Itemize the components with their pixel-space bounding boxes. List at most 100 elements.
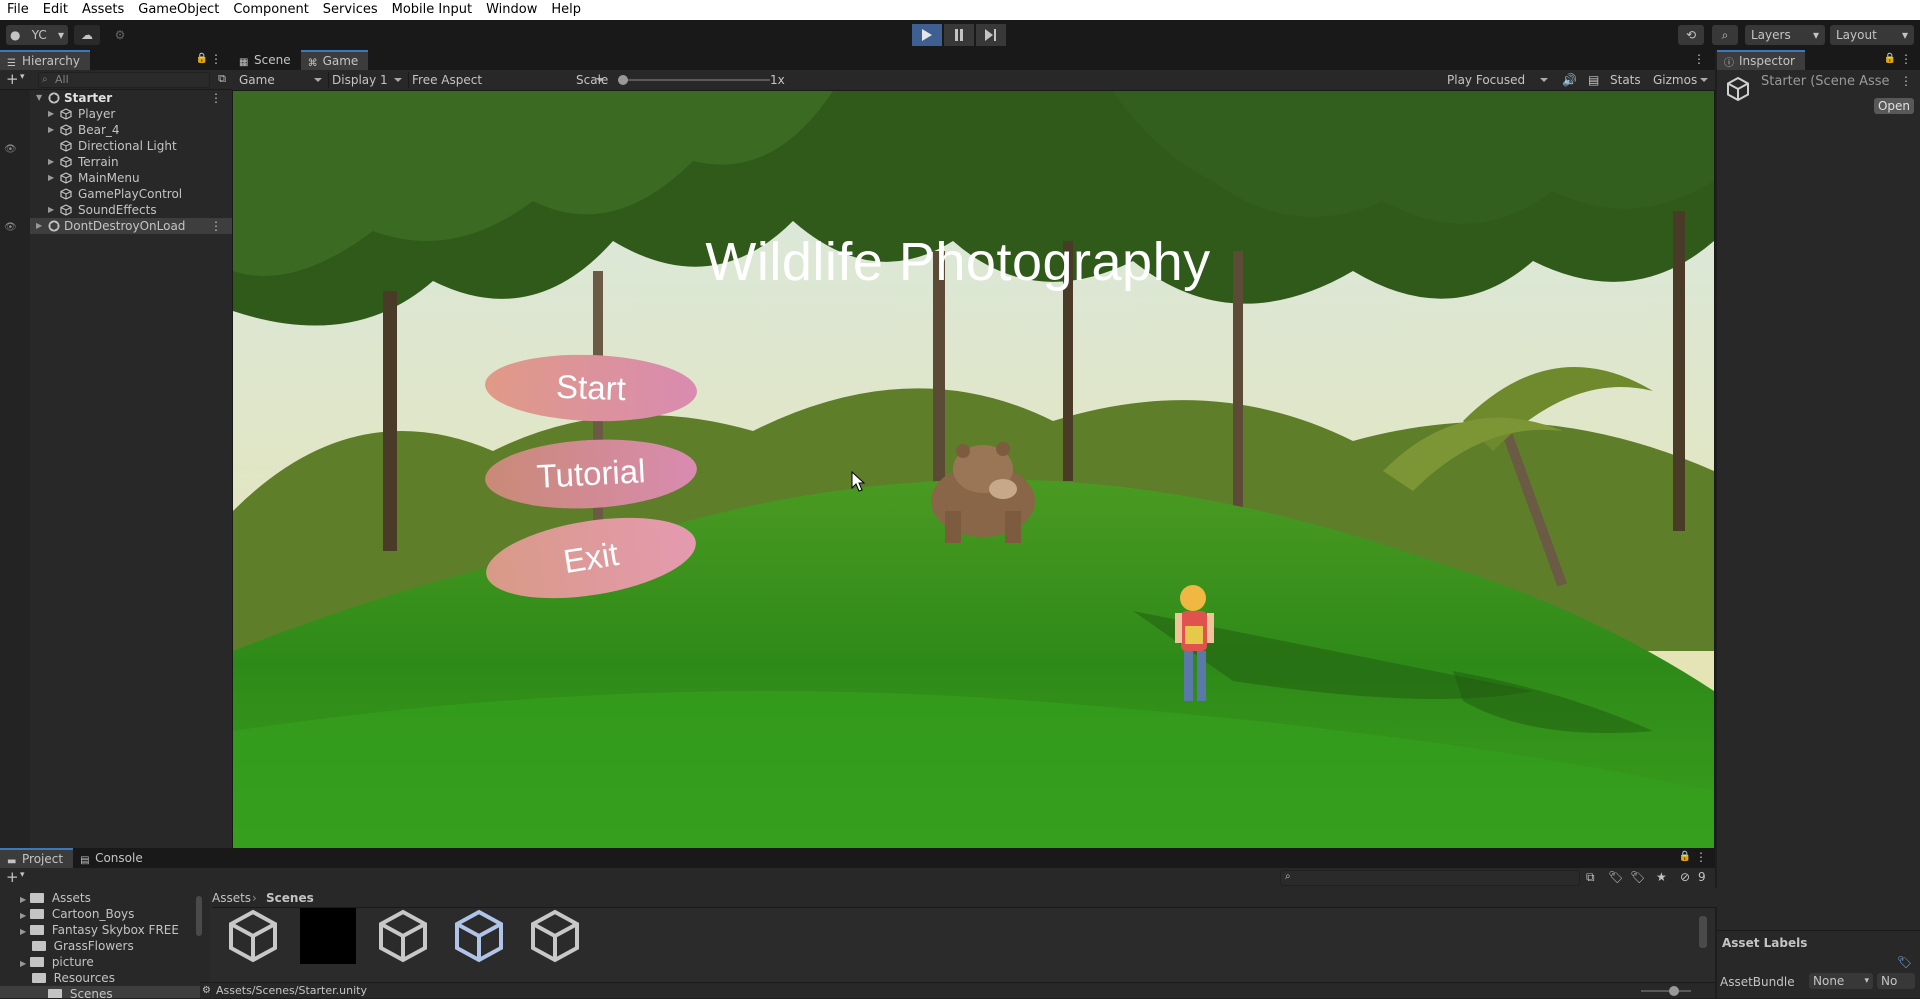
gizmos-dropdown[interactable]: Gizmos [1650,72,1712,88]
tab-project[interactable]: ▬ Project [0,848,74,868]
folder-row[interactable]: ▶ Fantasy Skybox FREE [20,922,179,938]
filter-label-icon[interactable]: 🏷 [1608,870,1623,884]
hierarchy-item-soundeffects[interactable]: ▶ SoundEffects [30,202,232,218]
add-icon[interactable]: + [6,70,19,88]
layers-dropdown[interactable]: Layers ▾ [1745,25,1825,45]
play-button[interactable] [912,24,942,46]
menu-window[interactable]: Window [479,0,544,20]
menu-file[interactable]: File [0,0,36,20]
layout-dropdown[interactable]: Layout ▾ [1830,25,1914,45]
step-button[interactable] [976,24,1006,46]
kebab-menu-icon[interactable]: ⋮ [1695,850,1707,864]
eye-icon[interactable]: 👁 [4,144,17,155]
collapsed-arrow-icon[interactable]: ▶ [48,106,54,122]
chevron-down-icon[interactable]: ▾ [20,72,25,82]
play-focus-dropdown[interactable]: Play Focused [1444,72,1552,88]
label-tag-icon[interactable]: 🏷 [1897,955,1912,969]
hierarchy-scene-row[interactable]: ▼ Starter ⋮ [30,90,232,106]
cloud-button[interactable]: ☁ [74,25,100,45]
kebab-menu-icon[interactable]: ⋮ [1693,52,1705,66]
collapsed-arrow-icon[interactable]: ▶ [20,927,26,936]
folder-row[interactable]: ▶ Assets [20,890,91,906]
lock-icon[interactable]: 🔒 [1884,53,1896,64]
tab-hierarchy[interactable]: ☰ Hierarchy [0,50,91,70]
tab-console[interactable]: ▤ Console [73,848,153,868]
folder-row[interactable]: ▶ Cartoon_Boys [20,906,134,922]
lock-icon[interactable]: 🔒 [1679,851,1691,862]
filter-type-icon[interactable]: ⧉ [1586,870,1595,885]
account-dropdown[interactable]: ● YC ▾ [6,25,68,45]
collab-button[interactable]: ⚙ [108,25,132,45]
folder-row[interactable]: GrassFlowers [20,938,134,954]
hierarchy-item-bear[interactable]: ▶ Bear_4 [30,122,232,138]
eye-icon[interactable]: 👁 [4,222,17,233]
folder-row[interactable]: Resources [20,970,115,986]
menu-assets[interactable]: Assets [75,0,131,20]
display-dropdown[interactable]: Display 1 [328,72,406,88]
icon-size-slider[interactable] [1641,986,1691,996]
history-button[interactable]: ⟲ [1678,25,1704,45]
scene-asset-icon[interactable] [225,908,281,964]
scale-slider[interactable] [618,75,770,85]
project-search-input[interactable]: ⌕ [1280,870,1580,886]
hierarchy-item-terrain[interactable]: ▶ Terrain [30,154,232,170]
scene-visibility-icon[interactable]: ⧉ [218,72,226,86]
menu-component[interactable]: Component [226,0,315,20]
collapsed-arrow-icon[interactable]: ▶ [20,895,26,904]
collapsed-arrow-icon[interactable]: ▶ [48,202,54,218]
menu-mobile-input[interactable]: Mobile Input [385,0,479,20]
kebab-menu-icon[interactable]: ⋮ [210,52,222,66]
menu-help[interactable]: Help [544,0,588,20]
game-viewport[interactable]: Wildlife Photography Start Tutorial Exit [233,91,1714,848]
hierarchy-item-mainmenu[interactable]: ▶ MainMenu [30,170,232,186]
menu-edit[interactable]: Edit [36,0,75,20]
favorite-icon[interactable]: 🏷 [1630,870,1645,884]
hierarchy-scene-dontdestroyonload[interactable]: ▶ DontDestroyOnLoad ⋮ [30,218,232,234]
collapsed-arrow-icon[interactable]: ▶ [36,218,42,234]
breadcrumb-assets[interactable]: Assets [212,888,251,908]
icon-size-slider-handle[interactable] [1669,986,1679,996]
collapsed-arrow-icon[interactable]: ▶ [48,122,54,138]
folder-row[interactable]: ▶ picture [20,954,94,970]
hierarchy-item-directional-light[interactable]: Directional Light [30,138,232,154]
pause-button[interactable] [944,24,974,46]
scale-slider-handle[interactable] [618,75,628,85]
hierarchy-item-player[interactable]: ▶ Player [30,106,232,122]
menu-gameobject[interactable]: GameObject [131,0,226,20]
asset-bundle-variant-dropdown[interactable]: No [1877,973,1915,989]
lock-icon[interactable]: 🔒 [196,53,208,64]
hierarchy-search-input[interactable]: ⌕ All [38,72,210,88]
hidden-packages-icon[interactable]: ⊘ [1680,870,1690,884]
hierarchy-item-gameplaycontrol[interactable]: GamePlayControl [30,186,232,202]
scene-asset-icon[interactable] [527,908,583,964]
star-icon[interactable]: ★ [1656,870,1667,884]
search-button[interactable]: ⌕ [1712,25,1738,45]
tab-inspector[interactable]: ⓘ Inspector [1717,50,1805,70]
add-icon[interactable]: + [6,868,19,886]
asset-bundle-dropdown[interactable]: None ▾ [1809,973,1873,989]
contents-scrollbar[interactable] [1699,916,1707,948]
black-texture-asset[interactable] [300,908,356,964]
tab-game[interactable]: ⌘ Game [300,50,369,70]
scene-asset-icon[interactable] [375,908,431,964]
collapsed-arrow-icon[interactable]: ▶ [48,170,54,186]
collapsed-arrow-icon[interactable]: ▶ [20,911,26,920]
scene-asset-icon-selected[interactable] [451,908,507,964]
chevron-down-icon[interactable]: ▾ [20,870,25,880]
kebab-menu-icon[interactable]: ⋮ [1900,52,1912,66]
expanded-arrow-icon[interactable]: ▼ [36,90,42,106]
stats-button[interactable]: Stats [1610,72,1641,88]
breadcrumb-scenes[interactable]: Scenes [266,888,314,908]
mute-audio-icon[interactable]: 🔊 [1562,72,1577,88]
menu-services[interactable]: Services [316,0,385,20]
game-mode-dropdown[interactable]: Game [236,72,326,88]
kebab-menu-icon[interactable]: ⋮ [210,90,222,106]
tree-scrollbar[interactable] [196,896,202,936]
collapsed-arrow-icon[interactable]: ▶ [20,959,26,968]
open-button[interactable]: Open [1874,98,1914,114]
layout-grid-icon[interactable]: ▤ [1588,72,1599,88]
tab-scene[interactable]: ▦ Scene [232,50,301,70]
collapsed-arrow-icon[interactable]: ▶ [48,154,54,170]
kebab-menu-icon[interactable]: ⋮ [1900,74,1912,88]
folder-row-selected[interactable]: Scenes [0,986,200,998]
